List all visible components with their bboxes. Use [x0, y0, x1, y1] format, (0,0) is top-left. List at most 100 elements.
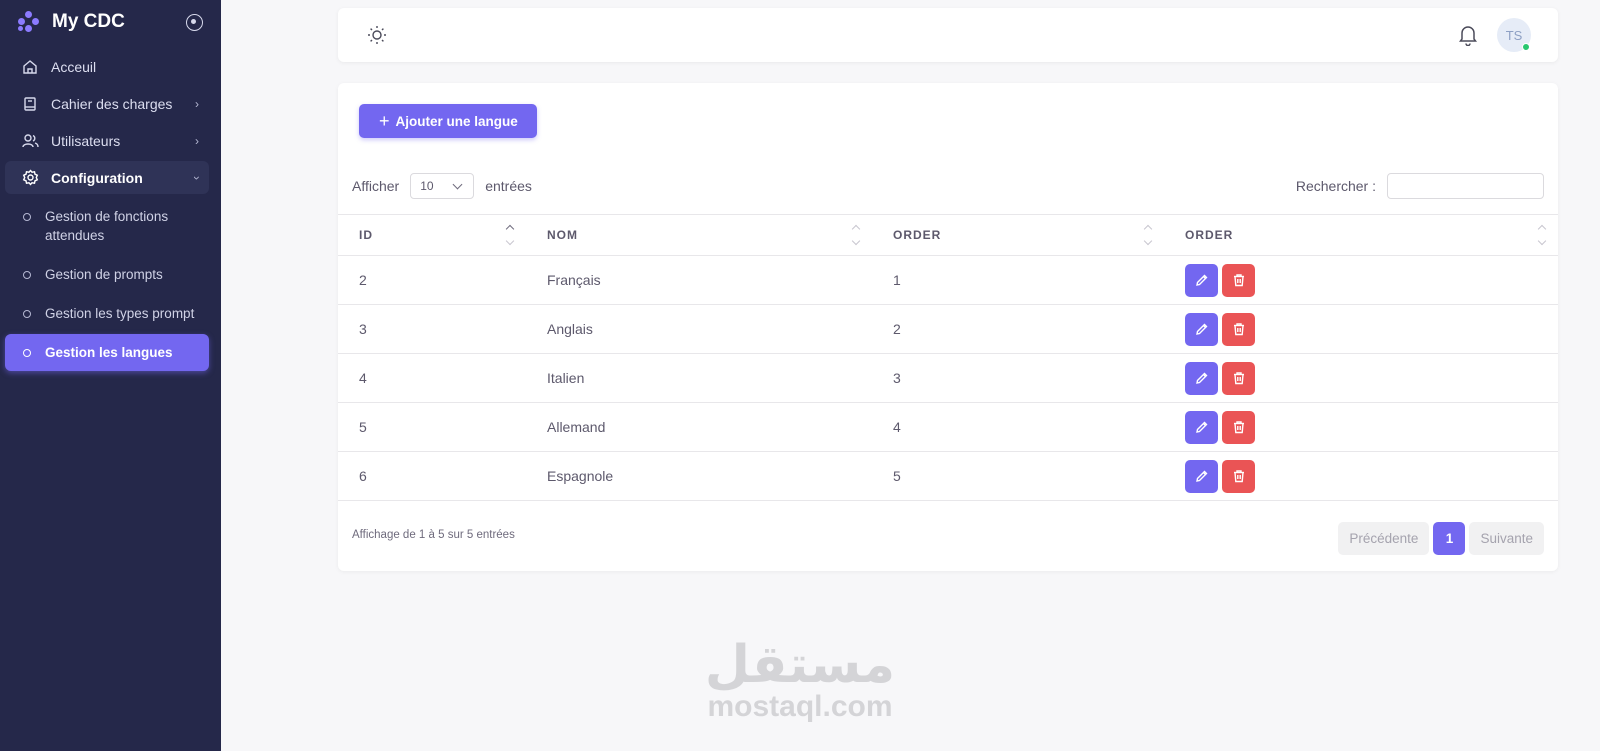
langues-table: ID NOM ORDER ORDER 2 Français 1 3 Anglai… [338, 214, 1558, 501]
edit-button[interactable] [1185, 459, 1218, 493]
brand-logo-icon [18, 11, 40, 33]
watermark-latin: mostaql.com [707, 690, 893, 723]
cell-id: 2 [338, 255, 526, 305]
brand[interactable]: My CDC [0, 0, 221, 44]
edit-button[interactable] [1185, 410, 1218, 444]
cell-nom: Espagnole [526, 451, 872, 501]
search-input[interactable] [1387, 173, 1544, 199]
circle-icon [23, 310, 31, 318]
table-row: 6 Espagnole 5 [338, 451, 1558, 501]
delete-button[interactable] [1222, 361, 1255, 395]
cell-actions [1164, 304, 1558, 354]
trash-icon [1233, 372, 1244, 385]
sidebar-item-gestion-prompts[interactable]: Gestion de prompts [5, 256, 209, 293]
entries-per-page-select[interactable]: 10 [410, 173, 475, 199]
sidebar-item-label: Gestion de prompts [45, 267, 163, 282]
edit-button[interactable] [1185, 312, 1218, 346]
sort-icon [506, 224, 514, 246]
cell-actions [1164, 451, 1558, 501]
entries-per-page-value: 10 [420, 179, 434, 193]
online-status-icon [1522, 43, 1530, 51]
table-header-row: ID NOM ORDER ORDER [338, 214, 1558, 256]
sidebar-toggle-icon[interactable] [186, 13, 203, 31]
sidebar-item-cahier-des-charges[interactable]: Cahier des charges › [5, 87, 209, 120]
pagination: Précédente 1 Suivante [1338, 522, 1544, 555]
sort-icon [1144, 224, 1152, 246]
sidebar-item-configuration[interactable]: Configuration › [5, 161, 209, 194]
trash-icon [1233, 323, 1244, 336]
circle-icon [23, 349, 31, 357]
watermark-arabic: مستقل [704, 635, 896, 695]
sidebar-item-utilisateurs[interactable]: Utilisateurs › [5, 124, 209, 157]
pencil-icon [1195, 323, 1207, 335]
sidebar-item-gestion-langues[interactable]: Gestion les langues [5, 334, 209, 371]
cell-id: 4 [338, 353, 526, 403]
trash-icon [1233, 274, 1244, 287]
sidebar-item-label: Gestion les types prompt [45, 306, 195, 321]
pencil-icon [1195, 421, 1207, 433]
pagination-page-button[interactable]: 1 [1433, 522, 1466, 555]
cell-nom: Anglais [526, 304, 872, 354]
sidebar: My CDC Acceuil Cahier des charges › Util… [0, 0, 221, 751]
delete-button[interactable] [1222, 263, 1255, 297]
table-row: 5 Allemand 4 [338, 402, 1558, 452]
chevron-down-icon [452, 179, 463, 189]
column-header-actions[interactable]: ORDER [1164, 214, 1558, 256]
column-header-id[interactable]: ID [338, 214, 526, 256]
sun-icon[interactable] [366, 24, 388, 46]
circle-icon [23, 271, 31, 279]
gear-icon [21, 169, 39, 187]
chevron-right-icon: › [195, 96, 199, 111]
edit-button[interactable] [1185, 263, 1218, 297]
sort-icon [852, 224, 860, 246]
add-language-label: Ajouter une langue [395, 113, 518, 129]
users-icon [21, 132, 39, 150]
book-icon [21, 95, 39, 113]
sidebar-item-label: Acceuil [51, 58, 97, 75]
cell-order: 3 [872, 353, 1164, 403]
avatar-initials: TS [1505, 27, 1523, 43]
circle-icon [23, 213, 31, 221]
pagination-previous-button[interactable]: Précédente [1338, 522, 1430, 555]
trash-icon [1233, 421, 1244, 434]
edit-button[interactable] [1185, 361, 1218, 395]
sidebar-item-label: Cahier des charges [51, 95, 173, 112]
delete-button[interactable] [1222, 459, 1255, 493]
table-row: 2 Français 1 [338, 255, 1558, 305]
column-header-order[interactable]: ORDER [872, 214, 1164, 256]
bell-icon[interactable] [1458, 24, 1478, 47]
length-suffix: entrées [485, 178, 532, 194]
sidebar-nav: Acceuil Cahier des charges › Utilisateur… [0, 44, 221, 194]
table-info: Affichage de 1 à 5 sur 5 entrées [352, 529, 515, 541]
langues-card: + Ajouter une langue Afficher 10 entrées… [338, 83, 1558, 571]
cell-nom: Italien [526, 353, 872, 403]
cell-actions [1164, 255, 1558, 305]
cell-actions [1164, 402, 1558, 452]
avatar[interactable]: TS [1497, 18, 1531, 52]
sidebar-item-label: Utilisateurs [51, 132, 121, 149]
cell-nom: Français [526, 255, 872, 305]
cell-id: 6 [338, 451, 526, 501]
pencil-icon [1195, 470, 1207, 482]
cell-order: 4 [872, 402, 1164, 452]
cell-id: 5 [338, 402, 526, 452]
cell-nom: Allemand [526, 402, 872, 452]
sidebar-item-label: Gestion de fonctions attendues [45, 209, 169, 243]
pagination-next-button[interactable]: Suivante [1469, 522, 1544, 555]
sidebar-item-acceuil[interactable]: Acceuil [5, 50, 209, 83]
add-language-button[interactable]: + Ajouter une langue [359, 104, 537, 138]
sidebar-item-gestion-fonctions[interactable]: Gestion de fonctions attendues [5, 198, 209, 254]
cell-order: 2 [872, 304, 1164, 354]
cell-order: 1 [872, 255, 1164, 305]
column-header-nom[interactable]: NOM [526, 214, 872, 256]
brand-name: My CDC [52, 11, 125, 32]
watermark: مستقل mostaql.com [700, 638, 900, 722]
plus-icon: + [379, 111, 390, 131]
delete-button[interactable] [1222, 312, 1255, 346]
sidebar-submenu: Gestion de fonctions attendues Gestion d… [0, 198, 221, 371]
sidebar-item-gestion-types-prompt[interactable]: Gestion les types prompt [5, 295, 209, 332]
search-label: Rechercher : [1295, 178, 1376, 194]
sort-icon [1538, 224, 1546, 246]
delete-button[interactable] [1222, 410, 1255, 444]
pencil-icon [1195, 274, 1207, 286]
